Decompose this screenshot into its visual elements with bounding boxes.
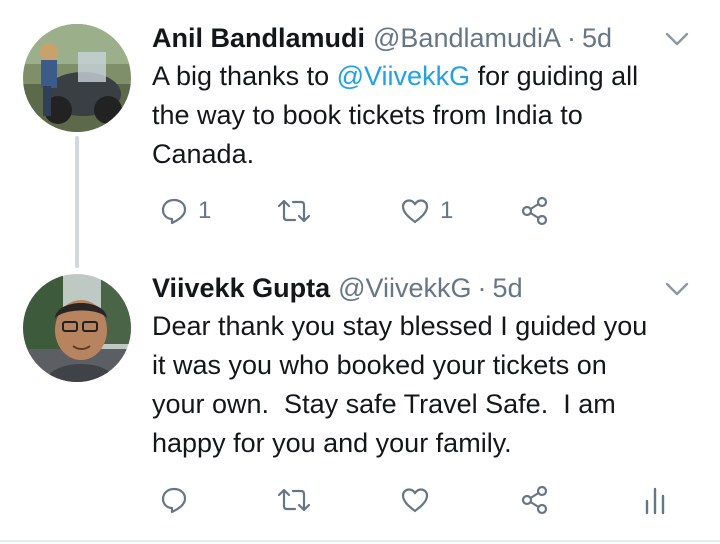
share-icon <box>521 485 548 515</box>
like-button[interactable]: 1 <box>400 191 453 231</box>
handle[interactable]: @BandlamudiA <box>373 23 561 54</box>
retweet-icon <box>277 488 311 512</box>
timestamp[interactable]: 5d <box>493 273 523 304</box>
chevron-down-icon[interactable] <box>664 280 690 298</box>
avatar[interactable] <box>23 274 131 382</box>
text-part: A big thanks to <box>152 61 337 91</box>
thread-line <box>75 136 79 268</box>
like-button[interactable] <box>400 480 430 520</box>
tweet-header: Anil Bandlamudi @BandlamudiA · 5d <box>152 18 612 58</box>
action-bar: 1 1 <box>152 191 712 231</box>
like-icon <box>401 199 429 224</box>
share-button[interactable] <box>520 480 550 520</box>
tweet-text: A big thanks to @ViivekkG for guiding al… <box>152 57 702 174</box>
reply-count: 1 <box>198 197 212 224</box>
like-icon <box>401 488 429 513</box>
like-count: 1 <box>440 197 454 224</box>
chevron-down-icon[interactable] <box>664 30 690 48</box>
tweet-header: Viivekk Gupta @ViivekkG · 5d <box>152 268 523 308</box>
reply-icon <box>161 487 187 514</box>
timestamp[interactable]: 5d <box>582 23 612 54</box>
mention-link[interactable]: @ViivekkG <box>337 61 470 91</box>
display-name[interactable]: Anil Bandlamudi <box>152 23 365 54</box>
avatar[interactable] <box>23 24 131 132</box>
analytics-button[interactable] <box>644 480 666 520</box>
divider <box>0 540 720 542</box>
analytics-icon <box>645 487 665 515</box>
display-name[interactable]: Viivekk Gupta <box>152 273 330 304</box>
tweet-text: Dear thank you stay blessed I guided you… <box>152 311 648 458</box>
reply-icon <box>161 198 187 225</box>
action-bar <box>152 480 712 520</box>
separator: · <box>477 272 487 303</box>
share-button[interactable] <box>520 191 550 231</box>
retweet-icon <box>277 199 311 223</box>
reply-button[interactable] <box>160 480 188 520</box>
retweet-button[interactable] <box>276 191 322 231</box>
share-icon <box>521 196 548 226</box>
separator: · <box>567 22 577 53</box>
retweet-button[interactable] <box>276 480 312 520</box>
reply-button[interactable]: 1 <box>160 191 211 231</box>
handle[interactable]: @ViivekkG <box>338 273 471 304</box>
